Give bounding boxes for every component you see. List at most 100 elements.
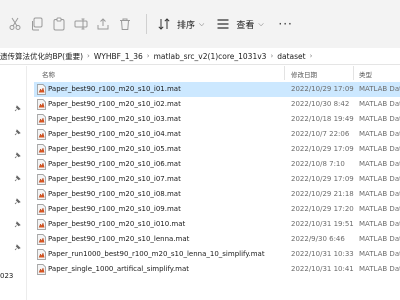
matlab-file-icon	[37, 84, 46, 95]
file-row[interactable]: Paper_best90_r100_m20_s10_i09.mat 2022/10…	[34, 202, 400, 217]
file-type: MATLAB Data	[359, 115, 400, 123]
matlab-file-icon	[37, 114, 46, 125]
file-name: Paper_best90_r100_m20_s10_i03.mat	[48, 115, 181, 123]
paste-button[interactable]	[50, 10, 68, 38]
chevron-right-icon[interactable]: ›	[310, 52, 313, 60]
file-row[interactable]: Paper_best90_r100_m20_s10_i01.mat 2022/10…	[34, 82, 400, 97]
file-row[interactable]: Paper_run1000_best90_r100_m20_s10_lenna_…	[34, 247, 400, 262]
breadcrumb-item[interactable]: WYHBF_1_36	[94, 52, 143, 61]
file-row[interactable]: Paper_best90_r100_m20_s10_i03.mat 2022/10…	[34, 112, 400, 127]
file-date: 2022/10/31 10:33	[291, 250, 354, 258]
breadcrumb-item[interactable]: matlab_src_v2(1)core_1031v3	[154, 52, 267, 61]
file-type: MATLAB Data	[359, 145, 400, 153]
file-date: 2022/10/29 17:09	[291, 85, 354, 93]
file-row[interactable]: Paper_best90_r100_m20_s10_i04.mat 2022/10…	[34, 127, 400, 142]
breadcrumb-item[interactable]: dataset	[277, 52, 305, 61]
file-rows: Paper_best90_r100_m20_s10_i01.mat 2022/10…	[34, 82, 400, 277]
list-header: 名称 修改日期 类型	[34, 66, 400, 80]
file-name: Paper_best90_r100_m20_s10_i06.mat	[48, 160, 181, 168]
sort-button[interactable]: 排序 ⌵	[155, 10, 204, 38]
file-name: Paper_best90_r100_m20_s10_i05.mat	[48, 145, 181, 153]
pin-icon[interactable]	[13, 191, 21, 205]
file-explorer-window: 排序 ⌵ 查看 ⌵ ··· 遗传算法优化的BP(重要) › WYHBF_1_36…	[0, 0, 400, 300]
column-header-type[interactable]: 类型	[359, 69, 372, 79]
chevron-down-icon: ⌵	[199, 19, 205, 28]
breadcrumb: 遗传算法优化的BP(重要) › WYHBF_1_36 › matlab_src_…	[0, 48, 400, 65]
file-date: 2022/10/18 19:49	[291, 115, 354, 123]
pin-icon[interactable]	[13, 237, 21, 251]
share-button[interactable]	[94, 10, 112, 38]
file-row[interactable]: Paper_single_1000_artifical_simplify.mat…	[34, 262, 400, 277]
file-type: MATLAB Data	[359, 250, 400, 258]
delete-button[interactable]	[116, 10, 134, 38]
file-date: 2022/9/30 6:46	[291, 235, 345, 243]
chevron-right-icon[interactable]: ›	[270, 52, 273, 60]
file-date: 2022/10/30 8:42	[291, 100, 350, 108]
column-header-name[interactable]: 名称	[42, 69, 55, 79]
command-bar: 排序 ⌵ 查看 ⌵ ···	[0, 0, 400, 48]
file-list: 名称 修改日期 类型 Paper_best90_r100_m20_s10_i01…	[34, 66, 400, 300]
paste-icon	[50, 10, 68, 38]
file-type: MATLAB Data	[359, 205, 400, 213]
matlab-file-icon	[37, 204, 46, 215]
file-name: Paper_best90_r100_m20_s10_i010.mat	[48, 220, 186, 228]
copy-button[interactable]	[28, 10, 46, 38]
toolbar-divider	[146, 14, 147, 34]
cut-button[interactable]	[6, 10, 24, 38]
rename-icon	[72, 10, 90, 38]
matlab-file-icon	[37, 234, 46, 245]
file-type: MATLAB Data	[359, 160, 400, 168]
more-icon: ···	[278, 17, 293, 31]
file-row[interactable]: Paper_best90_r100_m20_s10_i08.mat 2022/10…	[34, 187, 400, 202]
matlab-file-icon	[37, 249, 46, 260]
file-name: Paper_best90_r100_m20_s10_i04.mat	[48, 130, 181, 138]
column-divider[interactable]	[353, 66, 354, 80]
breadcrumb-item[interactable]: 遗传算法优化的BP(重要)	[0, 51, 83, 62]
file-name: Paper_best90_r100_m20_s10_i01.mat	[48, 85, 181, 93]
file-type: MATLAB Data	[359, 130, 400, 138]
column-divider[interactable]	[284, 66, 285, 80]
file-row[interactable]: Paper_best90_r100_m20_s10_i06.mat 2022/10…	[34, 157, 400, 172]
copy-icon	[28, 10, 46, 38]
matlab-file-icon	[37, 174, 46, 185]
matlab-file-icon	[37, 264, 46, 275]
file-name: Paper_best90_r100_m20_s10_lenna.mat	[48, 235, 190, 243]
more-options-button[interactable]: ···	[274, 10, 298, 38]
view-label: 查看	[236, 20, 255, 31]
file-name: Paper_best90_r100_m20_s10_i02.mat	[48, 100, 181, 108]
pin-icon[interactable]	[13, 214, 21, 228]
file-name: Paper_single_1000_artifical_simplify.mat	[48, 265, 190, 273]
file-date: 2022/10/31 19:51	[291, 220, 354, 228]
file-type: MATLAB Data	[359, 175, 400, 183]
file-row[interactable]: Paper_best90_r100_m20_s10_lenna.mat 2022/…	[34, 232, 400, 247]
file-row[interactable]: Paper_best90_r100_m20_s10_i05.mat 2022/10…	[34, 142, 400, 157]
pin-icon[interactable]	[13, 98, 21, 112]
file-type: MATLAB Data	[359, 220, 400, 228]
column-header-date[interactable]: 修改日期	[291, 69, 317, 79]
cut-icon	[6, 10, 24, 38]
file-name: Paper_best90_r100_m20_s10_i07.mat	[48, 175, 181, 183]
pin-icon[interactable]	[13, 122, 21, 136]
file-row[interactable]: Paper_best90_r100_m20_s10_i02.mat 2022/10…	[34, 97, 400, 112]
file-date: 2022/10/31 10:41	[291, 265, 354, 273]
pin-icon[interactable]	[13, 168, 21, 182]
chevron-right-icon[interactable]: ›	[87, 52, 90, 60]
file-date: 2022/10/29 17:20	[291, 205, 354, 213]
file-type: MATLAB Data	[359, 100, 400, 108]
file-type: MATLAB Data	[359, 85, 400, 93]
sort-icon	[155, 10, 173, 38]
nav-item-label[interactable]: 023	[0, 272, 13, 280]
navigation-pane: 023	[0, 66, 27, 300]
file-row[interactable]: Paper_best90_r100_m20_s10_i010.mat 2022/1…	[34, 217, 400, 232]
file-row[interactable]: Paper_best90_r100_m20_s10_i07.mat 2022/10…	[34, 172, 400, 187]
sort-label: 排序	[177, 20, 196, 31]
pin-icon[interactable]	[13, 145, 21, 159]
view-icon	[214, 10, 232, 38]
file-name: Paper_run1000_best90_r100_m20_s10_lenna_…	[48, 250, 265, 258]
file-name: Paper_best90_r100_m20_s10_i08.mat	[48, 190, 181, 198]
matlab-file-icon	[37, 189, 46, 200]
chevron-right-icon[interactable]: ›	[147, 52, 150, 60]
matlab-file-icon	[37, 129, 46, 140]
rename-button[interactable]	[72, 10, 90, 38]
view-button[interactable]: 查看 ⌵	[214, 10, 264, 38]
